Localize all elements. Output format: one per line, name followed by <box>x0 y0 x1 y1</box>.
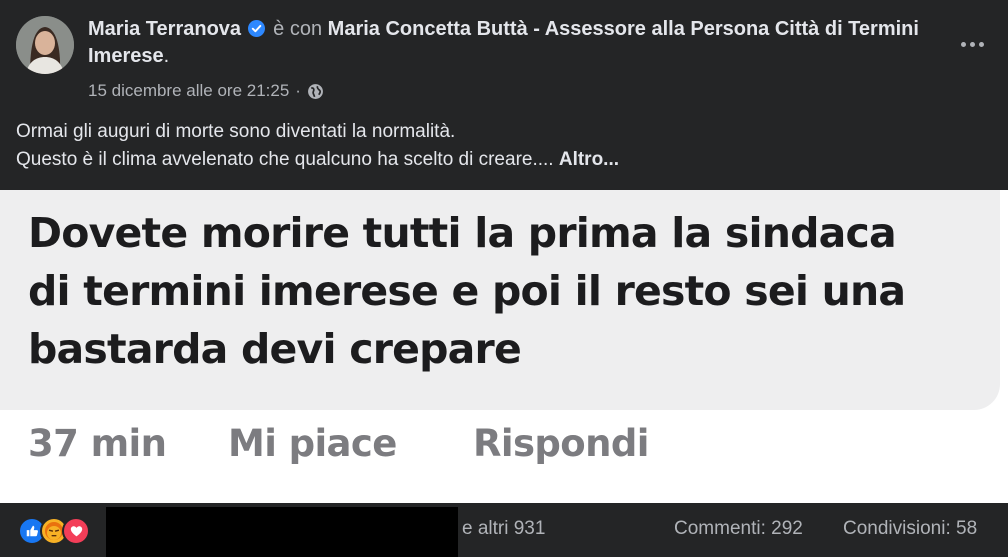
author-avatar[interactable] <box>16 16 74 74</box>
more-dot-icon <box>960 41 966 47</box>
avatar-photo-icon <box>16 16 74 74</box>
shares-count[interactable]: Condivisioni: 58 <box>843 518 977 540</box>
comment-text: Dovete morire tutti la prima la sindaca … <box>28 204 998 378</box>
tagged-period: . <box>163 45 170 67</box>
comment-line-3: bastarda devi crepare <box>28 325 522 373</box>
post-meta: 15 dicembre alle ore 21:25 · <box>88 80 324 102</box>
globe-icon <box>308 83 323 99</box>
post-header: Maria Terranova è con Maria Concetta But… <box>0 0 1008 190</box>
reactions-summary[interactable] <box>18 517 90 545</box>
with-text: è con <box>273 18 323 40</box>
comment-reply: Rispondi <box>473 422 649 465</box>
comment-bubble: Dovete morire tutti la prima la sindaca … <box>0 190 1000 410</box>
post-text: Ormai gli auguri di morte sono diventati… <box>16 118 976 174</box>
meta-separator: · <box>295 81 301 100</box>
verified-badge-icon <box>247 20 265 37</box>
more-dot-icon <box>969 41 975 47</box>
author-name[interactable]: Maria Terranova <box>88 18 241 40</box>
comment-actions: 37 min Mi piace Rispondi <box>28 422 649 465</box>
more-options-button[interactable] <box>956 28 988 60</box>
redacted-names <box>106 507 458 557</box>
post-text-line-2: Questo è il clima avvelenato che qualcun… <box>16 146 976 174</box>
see-more-link[interactable]: Altro... <box>559 149 619 170</box>
comments-count[interactable]: Commenti: 292 <box>674 518 803 540</box>
more-dot-icon <box>978 41 984 47</box>
post-text-line-2-content: Questo è il clima avvelenato che qualcun… <box>16 149 554 170</box>
comment-time: 37 min <box>28 422 167 465</box>
comment-line-1: Dovete morire tutti la prima la sindaca <box>28 209 897 257</box>
love-icon <box>62 517 90 545</box>
post-timestamp[interactable]: 15 dicembre alle ore 21:25 <box>88 80 289 102</box>
others-count[interactable]: e altri 931 <box>462 518 545 540</box>
post-author-line: Maria Terranova è con Maria Concetta But… <box>88 16 948 70</box>
post-footer: e altri 931 Commenti: 292 Condivisioni: … <box>0 503 1008 557</box>
comment-line-2: di termini imerese e poi il resto sei un… <box>28 267 906 315</box>
post-text-line-1: Ormai gli auguri di morte sono diventati… <box>16 121 456 142</box>
comment-like: Mi piace <box>228 422 397 465</box>
post-image[interactable]: Dovete morire tutti la prima la sindaca … <box>0 190 1008 503</box>
